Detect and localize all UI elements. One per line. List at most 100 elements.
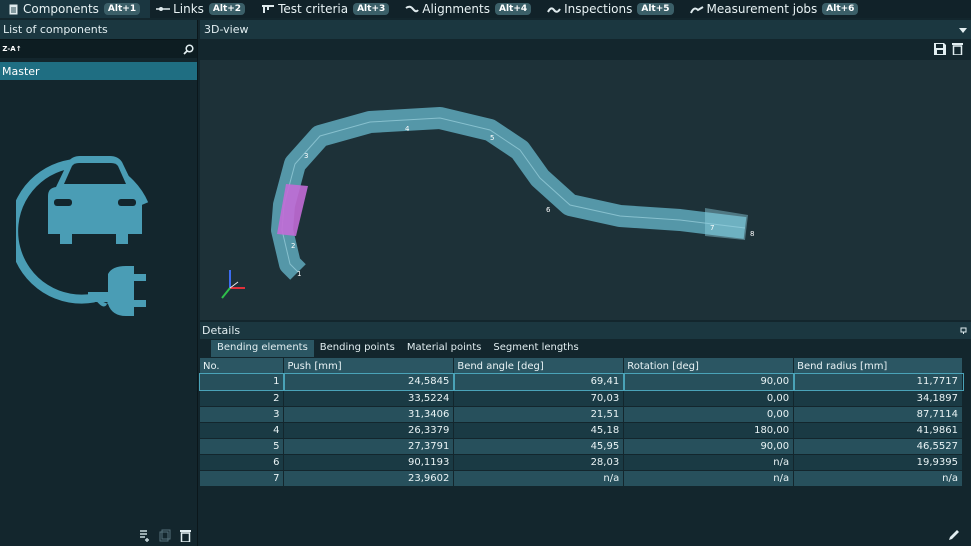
- table-cell[interactable]: 45,18: [453, 422, 625, 439]
- table-cell[interactable]: 23,9602: [283, 470, 455, 487]
- delete-icon[interactable]: [952, 42, 963, 58]
- column-header[interactable]: Push [mm]: [283, 358, 455, 374]
- table-cell[interactable]: 26,3379: [283, 422, 455, 439]
- table-cell[interactable]: n/a: [453, 470, 625, 487]
- table-cell[interactable]: 0,00: [623, 406, 795, 423]
- tab-label: Measurement jobs: [706, 2, 818, 16]
- column-header[interactable]: Rotation [deg]: [623, 358, 795, 374]
- table-cell[interactable]: 41,9861: [793, 422, 963, 439]
- tab-label: Components: [23, 2, 99, 16]
- table-cell[interactable]: 0,00: [623, 390, 795, 407]
- table-cell[interactable]: 19,9395: [793, 454, 963, 471]
- chevron-down-icon[interactable]: [959, 23, 967, 36]
- delete-icon[interactable]: [178, 528, 192, 542]
- table-cell[interactable]: 4: [200, 422, 285, 439]
- shortcut-badge: Alt+5: [637, 3, 674, 15]
- table-cell[interactable]: 6: [200, 454, 285, 471]
- tab-alignments[interactable]: Alignments Alt+4: [399, 0, 541, 18]
- table-header-row: No. Push [mm] Bend angle [deg] Rotation …: [200, 358, 963, 374]
- table-cell[interactable]: 34,1897: [793, 390, 963, 407]
- table-cell[interactable]: 90,00: [622, 373, 795, 391]
- table-cell[interactable]: 33,5224: [283, 390, 455, 407]
- column-header[interactable]: Bend radius [mm]: [793, 358, 963, 374]
- table-row[interactable]: 2 33,5224 70,03 0,00 34,1897: [200, 390, 963, 407]
- table-row[interactable]: 5 27,3791 45,95 90,00 46,5527: [200, 438, 963, 455]
- tube-body: [271, 107, 747, 280]
- column-header[interactable]: Bend angle [deg]: [453, 358, 625, 374]
- list-item[interactable]: Master: [0, 62, 197, 80]
- bending-elements-table: No. Push [mm] Bend angle [deg] Rotation …: [199, 358, 964, 487]
- table-cell[interactable]: 87,7114: [793, 406, 963, 423]
- document-icon: [6, 3, 20, 15]
- copy-icon[interactable]: [158, 528, 172, 542]
- table-cell[interactable]: 69,41: [452, 373, 625, 391]
- tab-measurement-jobs[interactable]: Measurement jobs Alt+6: [684, 0, 869, 18]
- table-row[interactable]: 7 23,9602 n/a n/a n/a: [200, 470, 963, 487]
- tab-segment-lengths[interactable]: Segment lengths: [487, 340, 584, 357]
- table-cell[interactable]: 31,3406: [283, 406, 455, 423]
- table-row[interactable]: 3 31,3406 21,51 0,00 87,7114: [200, 406, 963, 423]
- table-cell[interactable]: 90,00: [623, 438, 795, 455]
- tab-inspections[interactable]: Inspections Alt+5: [541, 0, 683, 18]
- tab-bending-elements[interactable]: Bending elements: [211, 340, 314, 357]
- shortcut-badge: Alt+6: [822, 3, 859, 15]
- point-label: 1: [297, 270, 301, 278]
- point-label: 7: [710, 224, 714, 232]
- table-cell[interactable]: 7: [200, 470, 285, 487]
- shortcut-badge: Alt+4: [494, 3, 532, 15]
- search-input[interactable]: [24, 40, 179, 58]
- 3d-viewport[interactable]: 1 2 3 4 5 6 7 8: [200, 60, 971, 320]
- alignment-icon: [405, 3, 420, 15]
- table-cell[interactable]: 2: [200, 390, 285, 407]
- table-cell[interactable]: 3: [200, 406, 285, 423]
- edit-pencil-icon[interactable]: [947, 528, 961, 542]
- table-cell[interactable]: 28,03: [453, 454, 625, 471]
- table-cell[interactable]: 5: [200, 438, 285, 455]
- table-cell[interactable]: n/a: [623, 454, 795, 471]
- point-label: 3: [304, 152, 308, 160]
- table-cell[interactable]: 21,51: [453, 406, 625, 423]
- tab-label: Alignments: [422, 2, 490, 16]
- table-cell[interactable]: n/a: [623, 470, 795, 487]
- list-add-icon[interactable]: [138, 528, 152, 542]
- panel-title: List of components: [0, 20, 197, 39]
- details-header: Details: [200, 322, 971, 339]
- point-label: 5: [490, 134, 494, 142]
- table-cell[interactable]: 27,3791: [283, 438, 455, 455]
- column-header[interactable]: No.: [200, 358, 285, 374]
- components-panel: List of components Z-A↑ Master: [0, 20, 198, 546]
- tab-components[interactable]: Components Alt+1: [0, 0, 151, 18]
- table-cell[interactable]: 180,00: [623, 422, 795, 439]
- tab-bending-points[interactable]: Bending points: [314, 340, 401, 357]
- search-icon[interactable]: [179, 40, 197, 59]
- pin-icon[interactable]: [960, 324, 967, 337]
- caliper-icon: [261, 3, 275, 15]
- tab-label: Test criteria: [278, 2, 349, 16]
- table-cell[interactable]: n/a: [793, 470, 963, 487]
- table-cell[interactable]: 45,95: [453, 438, 625, 455]
- electric-car-logo-icon: [16, 156, 149, 316]
- table-row[interactable]: 6 90,1193 28,03 n/a 19,9395: [200, 454, 963, 471]
- table-cell[interactable]: 24,5845: [282, 373, 455, 391]
- table-cell[interactable]: 70,03: [453, 390, 625, 407]
- tab-material-points[interactable]: Material points: [401, 340, 488, 357]
- table-cell[interactable]: 1: [199, 373, 285, 391]
- main-tab-bar: Components Alt+1 Links Alt+2 Test criter…: [0, 0, 971, 18]
- point-label: 2: [291, 242, 295, 250]
- shortcut-badge: Alt+1: [103, 3, 141, 15]
- view-toolbar: [200, 40, 971, 60]
- table-row[interactable]: 4 26,3379 45,18 180,00 41,9861: [200, 422, 963, 439]
- shortcut-badge: Alt+3: [353, 3, 390, 15]
- save-icon[interactable]: [934, 42, 946, 58]
- table-cell[interactable]: 11,7717: [792, 373, 964, 391]
- sort-button[interactable]: Z-A↑: [0, 40, 24, 59]
- table-cell[interactable]: 46,5527: [793, 438, 963, 455]
- link-icon: [156, 3, 171, 15]
- axis-triad-icon: [221, 270, 245, 299]
- table-row[interactable]: 1 24,5845 69,41 90,00 11,7717: [199, 373, 964, 391]
- details-title: Details: [202, 324, 241, 337]
- table-cell[interactable]: 90,1193: [283, 454, 455, 471]
- tab-test-criteria[interactable]: Test criteria Alt+3: [255, 0, 399, 18]
- tab-links[interactable]: Links Alt+2: [150, 0, 255, 18]
- measurement-icon: [689, 3, 704, 15]
